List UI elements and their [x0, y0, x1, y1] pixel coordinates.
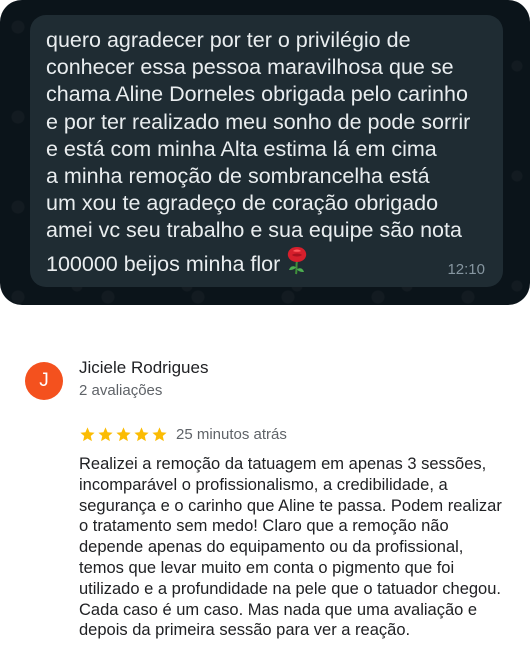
message-time: 12:10 [447, 261, 485, 278]
message-text-container: quero agradecer por ter o privilégio de … [46, 27, 487, 282]
star-icon [80, 426, 95, 441]
star-icon [98, 426, 113, 441]
message-text: quero agradecer por ter o privilégio de … [46, 28, 471, 276]
rose-icon [284, 245, 310, 282]
review-time: 25 minutos atrás [176, 425, 287, 443]
review-card: J Jiciele Rodrigues 2 avaliações 25 minu… [0, 340, 530, 668]
message-bubble[interactable]: quero agradecer por ter o privilégio de … [30, 15, 503, 287]
rating-row: 25 minutos atrás [79, 424, 287, 444]
star-icon [134, 426, 149, 441]
star-rating [79, 426, 168, 443]
review-text: Realizei a remoção da tatuagem em apenas… [79, 455, 502, 640]
author-name[interactable]: Jiciele Rodrigues [79, 358, 208, 378]
star-icon [152, 426, 167, 441]
avatar-letter: J [39, 370, 49, 391]
author-review-count: 2 avaliações [79, 382, 163, 399]
avatar[interactable]: J [25, 362, 63, 400]
chat-screenshot: quero agradecer por ter o privilégio de … [0, 0, 530, 305]
star-icon [116, 426, 131, 441]
